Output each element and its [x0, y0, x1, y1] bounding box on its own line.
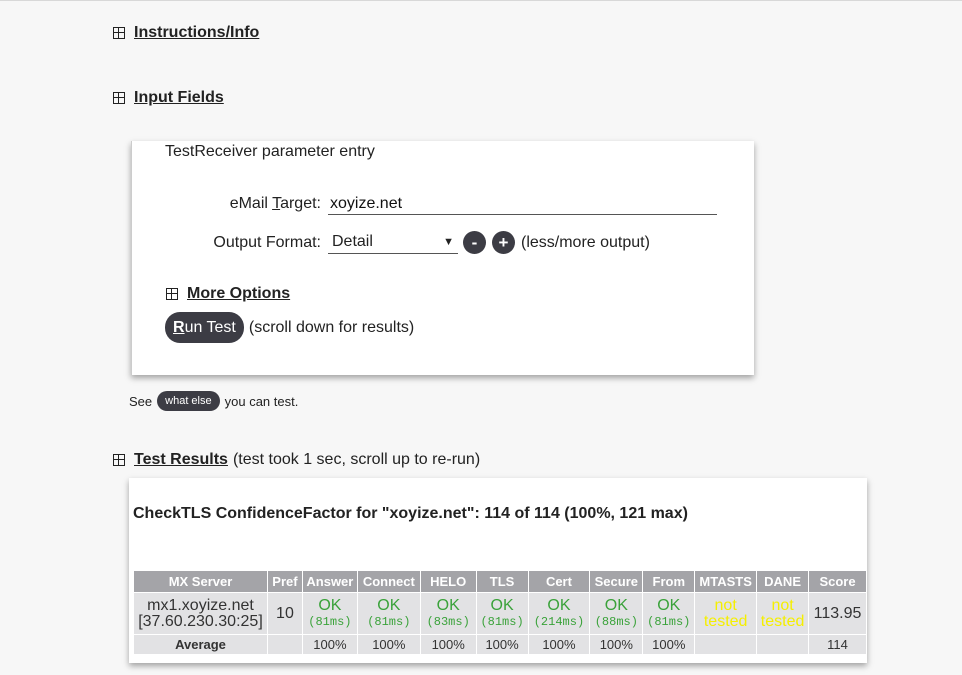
more-options-link[interactable]: More Options: [187, 285, 290, 303]
dane-cell: not tested: [757, 593, 809, 634]
col-header: MX Server: [134, 571, 267, 592]
col-header: Connect: [357, 571, 420, 592]
collapse-icon[interactable]: [113, 454, 125, 466]
average-score: 114: [809, 635, 866, 654]
results-card: CheckTLS ConfidenceFactor for "xoyize.ne…: [129, 478, 867, 663]
run-row: Run Test (scroll down for results): [165, 312, 414, 343]
score-cell: 113.95: [809, 593, 866, 634]
top-divider: [0, 0, 962, 1]
from-cell: OK (81ms): [643, 593, 695, 634]
average-label: Average: [134, 635, 267, 654]
collapse-icon[interactable]: [113, 92, 125, 104]
average-pref: [267, 635, 302, 654]
col-header: HELO: [420, 571, 476, 592]
mx-server-ip: [37.60.230.30:25]: [138, 612, 263, 630]
col-header: Answer: [302, 571, 357, 592]
what-else-button[interactable]: what else: [157, 391, 220, 411]
test-results-note: (test took 1 sec, scroll up to re-run): [232, 451, 481, 468]
see-post-text: you can test.: [224, 393, 299, 409]
average-value: 100%: [357, 635, 420, 654]
less-output-button[interactable]: -: [463, 231, 486, 254]
col-header: TLS: [476, 571, 528, 592]
input-fields-section-header[interactable]: Input Fields: [113, 89, 224, 107]
test-results-link[interactable]: Test Results: [134, 451, 228, 469]
average-value: 100%: [590, 635, 643, 654]
more-output-button[interactable]: +: [492, 231, 515, 254]
input-fields-link[interactable]: Input Fields: [134, 89, 224, 107]
average-value: 100%: [476, 635, 528, 654]
input-card: TestReceiver parameter entry eMail Targe…: [131, 141, 754, 375]
test-results-section-header[interactable]: Test Results (test took 1 sec, scroll up…: [113, 451, 480, 469]
average-mtasts: [695, 635, 757, 654]
output-format-select[interactable]: Detail ▼: [328, 231, 458, 254]
run-test-button[interactable]: Run Test: [165, 312, 244, 343]
helo-cell: OK (83ms): [420, 593, 476, 634]
results-table: MX Server Pref Answer Connect HELO TLS C…: [133, 570, 867, 655]
average-value: 100%: [302, 635, 357, 654]
output-format-row: Output Format: Detail ▼ - + (less/more o…: [132, 231, 650, 254]
average-value: 100%: [643, 635, 695, 654]
chevron-down-icon: ▼: [443, 236, 454, 248]
answer-cell: OK (81ms): [302, 593, 357, 634]
average-value: 100%: [420, 635, 476, 654]
expand-icon[interactable]: [166, 288, 178, 300]
secure-cell: OK (88ms): [590, 593, 643, 634]
cert-cell: OK (214ms): [528, 593, 590, 634]
confidence-factor-title: CheckTLS ConfidenceFactor for "xoyize.ne…: [133, 505, 688, 522]
mx-server-name: mx1.xoyize.net: [147, 596, 254, 614]
instructions-link[interactable]: Instructions/Info: [134, 24, 259, 42]
col-header: Pref: [267, 571, 302, 592]
run-note: (scroll down for results): [248, 318, 415, 336]
average-dane: [757, 635, 809, 654]
email-target-row: eMail Target:: [132, 193, 717, 215]
col-header: From: [643, 571, 695, 592]
more-options-header[interactable]: More Options: [166, 285, 290, 303]
email-target-input[interactable]: [328, 193, 717, 215]
connect-cell: OK (81ms): [357, 593, 420, 634]
col-header: Cert: [528, 571, 590, 592]
instructions-section-header[interactable]: Instructions/Info: [113, 24, 259, 42]
output-format-value: Detail: [332, 233, 373, 250]
mx-server-cell: mx1.xoyize.net [37.60.230.30:25]: [134, 593, 267, 634]
results-header-row: MX Server Pref Answer Connect HELO TLS C…: [134, 571, 866, 592]
see-text: See: [129, 393, 153, 409]
mtasts-cell: not tested: [695, 593, 757, 634]
email-target-label: eMail Target:: [229, 195, 321, 212]
col-header: MTASTS: [695, 571, 757, 592]
average-row: Average 100% 100% 100% 100% 100% 100% 10…: [134, 635, 866, 654]
see-what-else-line: See what else you can test.: [129, 391, 298, 411]
average-value: 100%: [528, 635, 590, 654]
expand-icon[interactable]: [113, 27, 125, 39]
col-header: Score: [809, 571, 866, 592]
col-header: Secure: [590, 571, 643, 592]
less-more-note: (less/more output): [521, 233, 650, 251]
output-format-label: Output Format:: [213, 233, 321, 251]
tls-cell: OK (81ms): [476, 593, 528, 634]
table-row: mx1.xoyize.net [37.60.230.30:25] 10 OK (8…: [134, 593, 866, 634]
col-header: DANE: [757, 571, 809, 592]
input-card-title: TestReceiver parameter entry: [165, 143, 375, 160]
pref-cell: 10: [267, 593, 302, 634]
